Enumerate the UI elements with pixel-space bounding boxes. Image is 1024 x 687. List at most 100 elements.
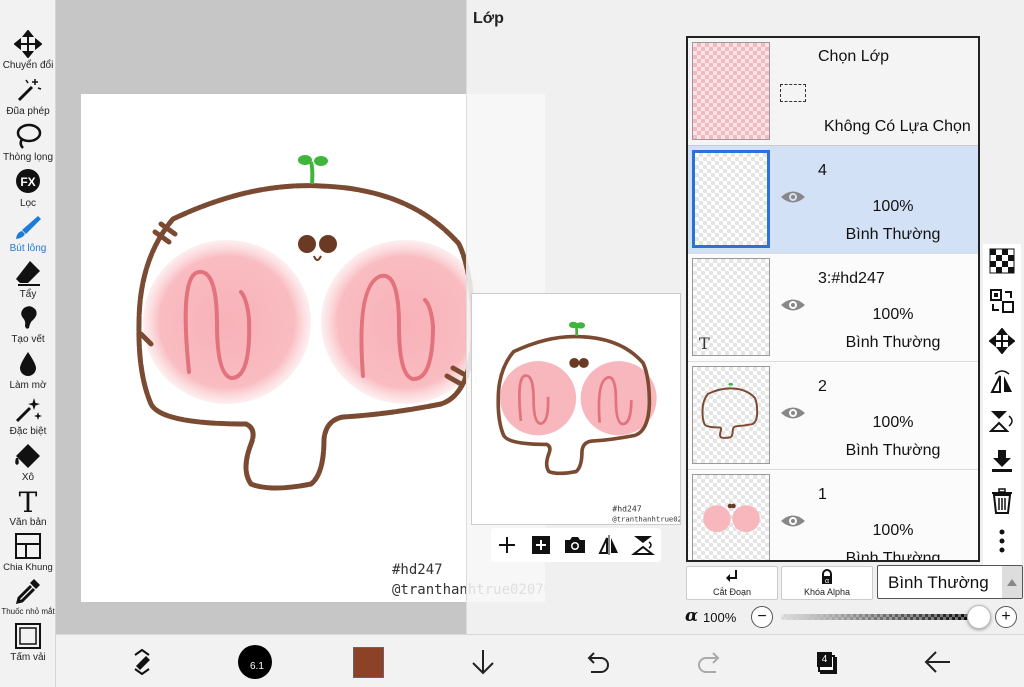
- tool-eraser[interactable]: Tẩy: [0, 257, 56, 303]
- merge-down-icon[interactable]: [989, 448, 1015, 474]
- opacity-increase-button[interactable]: +: [995, 606, 1017, 628]
- panel-title: Lớp: [473, 10, 504, 27]
- blend-mode-value: Bình Thường: [888, 573, 989, 592]
- tool-blur[interactable]: Làm mờ: [0, 348, 56, 394]
- opacity-value: 100%: [703, 610, 737, 625]
- tool-brush[interactable]: Bút lông: [0, 211, 56, 257]
- opacity-slider[interactable]: [781, 605, 991, 629]
- brush-size-button[interactable]: 6.1: [238, 645, 272, 679]
- tool-label: Thuốc nhỏ mắt: [1, 607, 55, 616]
- layer-row-3[interactable]: T 3:#hd247 100% Bình Thường: [688, 254, 978, 362]
- layer-list[interactable]: Chọn Lớp Không Có Lựa Chọn 4 100% Bình T…: [686, 36, 980, 562]
- tool-label: Đũa phép: [6, 106, 50, 117]
- camera-icon[interactable]: [563, 533, 587, 557]
- brush-icon: [16, 216, 41, 239]
- tool-label: Bút lông: [9, 243, 47, 254]
- smudge-icon: [21, 306, 37, 329]
- layer-blend-mode: Bình Thường: [845, 334, 941, 351]
- tool-label: Lọc: [19, 198, 37, 209]
- magic-wand-icon: [17, 79, 42, 102]
- flip-layer-vertical-icon[interactable]: [989, 408, 1015, 434]
- tool-lasso[interactable]: Thòng lọng: [0, 120, 56, 166]
- checkerboard-icon[interactable]: [989, 248, 1015, 274]
- layer-blend-mode: Bình Thường: [845, 550, 941, 562]
- layer-row-4[interactable]: 4 100% Bình Thường: [688, 146, 978, 254]
- layers-button[interactable]: 4: [812, 649, 840, 677]
- outline-thumbnail: [701, 382, 759, 439]
- tool-label: Văn bản: [9, 517, 47, 528]
- svg-text:α: α: [825, 578, 829, 585]
- tool-transform[interactable]: Chuyển đổi: [0, 28, 56, 74]
- eye-visibility-icon[interactable]: [780, 296, 806, 314]
- clipping-button[interactable]: Cắt Đoạn: [686, 566, 778, 600]
- add-layer-square-icon[interactable]: [529, 533, 553, 557]
- tool-text[interactable]: T Văn bản: [0, 485, 56, 531]
- opacity-slider-knob[interactable]: [967, 605, 991, 629]
- tool-sidebar: Chuyển đổi Đũa phép Thòng lọng FX Lọc Bú…: [0, 0, 56, 687]
- layer-preview: #hd247 @tranthanhtrue020709: [471, 293, 681, 525]
- opacity-decrease-button[interactable]: −: [751, 606, 773, 628]
- tool-filter[interactable]: FX Lọc: [0, 166, 56, 212]
- selection-status: Không Có Lựa Chọn: [824, 118, 971, 135]
- trash-icon[interactable]: [989, 488, 1015, 514]
- blend-mode-select[interactable]: Bình Thường: [877, 565, 1023, 599]
- text-layer-icon: T: [699, 334, 710, 353]
- tool-frame-divider[interactable]: Chia Khung: [0, 530, 56, 576]
- layer-blend-mode: Bình Thường: [845, 442, 941, 459]
- layer-thumbnail: [692, 366, 770, 464]
- selection-layer-row[interactable]: Chọn Lớp Không Có Lựa Chọn: [688, 38, 978, 146]
- tool-label: Thòng lọng: [2, 152, 54, 163]
- alpha-lock-button[interactable]: α Khóa Alpha: [781, 566, 873, 600]
- eraser-icon: [16, 261, 40, 286]
- flip-horizontal-icon[interactable]: [597, 533, 621, 557]
- quick-menu-icon[interactable]: [126, 646, 158, 678]
- move-arrows-icon: [14, 30, 42, 58]
- more-options-icon[interactable]: [989, 528, 1015, 554]
- redo-icon[interactable]: [694, 646, 726, 678]
- eye-visibility-icon[interactable]: [780, 404, 806, 422]
- layer-name: 2: [818, 378, 827, 395]
- blur-drop-icon: [20, 352, 36, 376]
- special-sparkle-icon: [15, 398, 42, 423]
- marquee-icon: [780, 84, 806, 102]
- layer-thumbnail: [692, 150, 770, 248]
- alpha-lock-label: Khóa Alpha: [803, 587, 851, 597]
- layer-name: 3:#hd247: [818, 270, 885, 287]
- svg-text:FX: FX: [20, 175, 35, 189]
- opacity-control: α 100% − +: [685, 604, 1021, 630]
- bottom-toolbar: 6.1 4: [56, 634, 1024, 687]
- undo-icon[interactable]: [581, 646, 613, 678]
- tool-magic-wand[interactable]: Đũa phép: [0, 74, 56, 120]
- lock-icon: α: [822, 569, 832, 585]
- back-arrow-icon[interactable]: [922, 646, 954, 678]
- download-arrow-icon[interactable]: [467, 646, 499, 678]
- text-icon: T: [19, 487, 38, 515]
- layer-row-1[interactable]: 1 100% Bình Thường: [688, 470, 978, 562]
- dropdown-arrow-icon: [1002, 566, 1022, 598]
- tool-label: Xô: [21, 472, 35, 483]
- flip-layer-horizontal-icon[interactable]: [989, 368, 1015, 394]
- layer-swap-icon[interactable]: [989, 288, 1015, 314]
- layer-name: 4: [818, 162, 827, 179]
- tool-bucket[interactable]: Xô: [0, 440, 56, 486]
- tool-eyedropper[interactable]: Thuốc nhỏ mắt: [0, 575, 56, 621]
- add-layer-icon[interactable]: [495, 533, 519, 557]
- layer-side-tools: [983, 244, 1021, 566]
- tool-label: Chia Khung: [3, 562, 53, 573]
- layer-row-2[interactable]: 2 100% Bình Thường: [688, 362, 978, 470]
- alpha-symbol: α: [685, 606, 699, 626]
- tool-label: Tẩy: [19, 289, 37, 300]
- tool-label: Đặc biệt: [9, 426, 47, 437]
- move-layer-icon[interactable]: [989, 328, 1015, 354]
- color-swatch[interactable]: [353, 647, 384, 678]
- preview-drawing: #hd247 @tranthanhtrue020709: [472, 295, 680, 524]
- tool-smudge[interactable]: Tạo vết: [0, 302, 56, 348]
- flip-vertical-icon[interactable]: [631, 533, 655, 557]
- tool-special[interactable]: Đặc biệt: [0, 394, 56, 440]
- eye-visibility-icon[interactable]: [780, 188, 806, 206]
- tool-canvas[interactable]: Tấm vải: [0, 620, 56, 666]
- lasso-icon: [16, 123, 42, 149]
- tool-label: Tấm vải: [10, 652, 46, 663]
- eye-visibility-icon[interactable]: [780, 512, 806, 530]
- layer-count-badge: 4: [817, 652, 832, 667]
